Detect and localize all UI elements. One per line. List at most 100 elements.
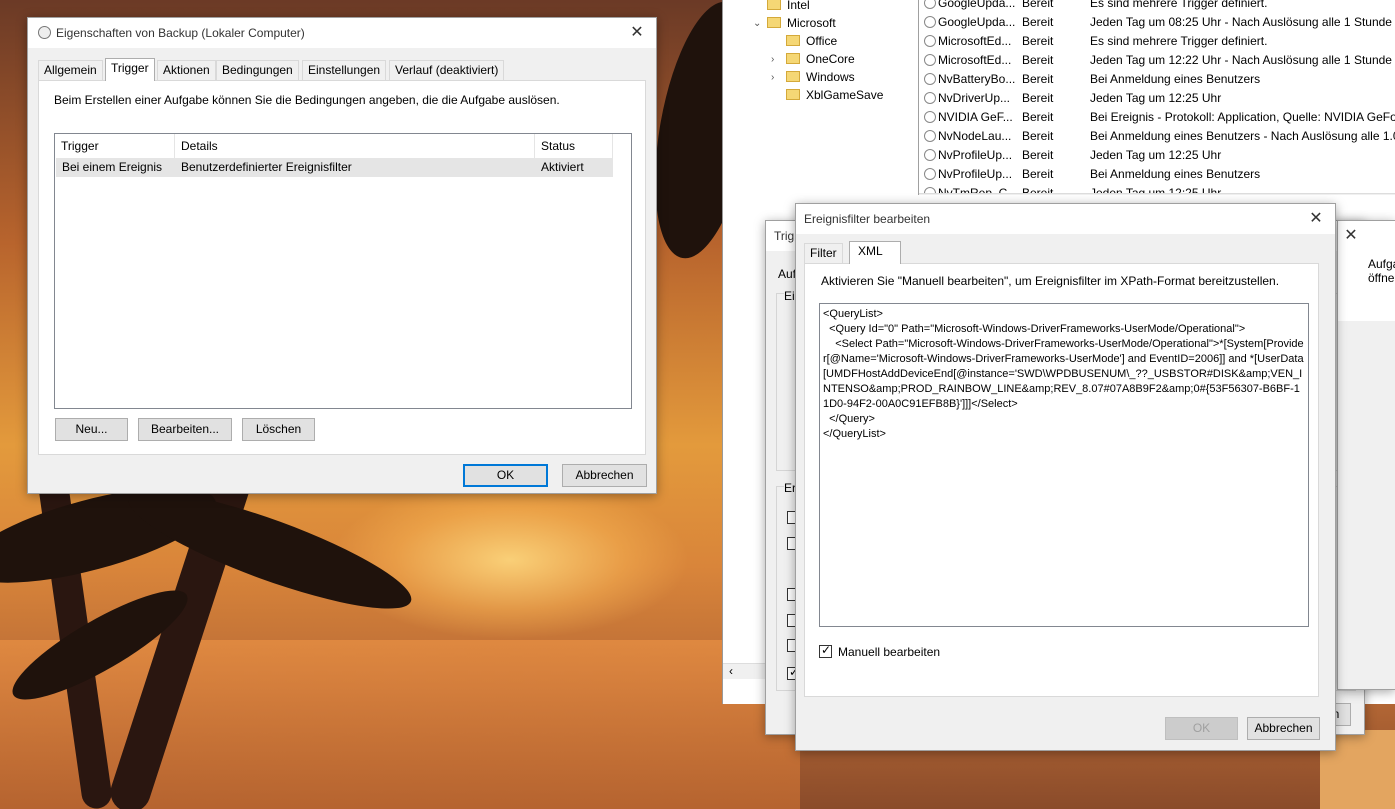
- tree-item-office[interactable]: Office: [786, 32, 837, 50]
- tab-xml[interactable]: XML: [849, 241, 901, 264]
- task-status: Bereit: [1022, 15, 1054, 29]
- tab-filter[interactable]: Filter: [804, 243, 843, 264]
- task-status: Bereit: [1022, 167, 1054, 181]
- tab-panel: Aktivieren Sie "Manuell bearbeiten", um …: [804, 263, 1319, 697]
- titlebar: Ereignisfilter bearbeiten ✕: [796, 204, 1335, 234]
- task-status: Bereit: [1022, 148, 1054, 162]
- clock-icon: [924, 92, 936, 104]
- task-properties-window: Eigenschaften von Backup (Lokaler Comput…: [27, 17, 657, 494]
- tab-einstellungen[interactable]: Einstellungen: [302, 60, 387, 81]
- task-name: NvNodeLau...: [938, 129, 1012, 143]
- tab-bedingungen[interactable]: Bedingungen: [216, 60, 299, 81]
- clock-icon: [924, 35, 936, 47]
- clock-icon: [924, 16, 936, 28]
- tree-item-microsoft[interactable]: Microsoft: [767, 14, 836, 32]
- tree-item-onecore[interactable]: OneCore: [786, 50, 855, 68]
- task-status: Bereit: [1022, 110, 1054, 124]
- new-trigger-button[interactable]: Neu...: [55, 418, 128, 441]
- cancel-button[interactable]: Abbrechen: [562, 464, 647, 487]
- close-icon[interactable]: ✕: [626, 22, 648, 44]
- xml-query-editor[interactable]: <QueryList> <Query Id="0" Path="Microsof…: [819, 303, 1309, 627]
- tab-panel: Beim Erstellen einer Aufgabe können Sie …: [38, 80, 646, 455]
- task-status: Bereit: [1022, 91, 1054, 105]
- task-trigger: Jeden Tag um 12:25 Uhr: [1090, 91, 1222, 105]
- task-row[interactable]: GoogleUpda... Bereit Es sind mehrere Trigg…: [919, 0, 1395, 13]
- window-title: Eigenschaften von Backup (Lokaler Comput…: [56, 26, 305, 40]
- task-row[interactable]: MicrosoftEd... Bereit Jeden Tag um 12:22 U…: [919, 51, 1395, 70]
- wallpaper-sun-glow: [330, 480, 690, 640]
- tab-aktionen[interactable]: Aktionen: [157, 60, 216, 81]
- scroll-left-icon[interactable]: ‹: [729, 664, 733, 678]
- manual-edit-label: Manuell bearbeiten: [838, 645, 941, 659]
- clock-icon: [924, 149, 936, 161]
- task-trigger: Bei Ereignis - Protokoll: Application, Q…: [1090, 110, 1395, 124]
- close-icon[interactable]: ✕: [1340, 225, 1362, 247]
- task-row[interactable]: NvProfileUp... Bereit Jeden Tag um 12:25 U…: [919, 146, 1395, 165]
- column-header-status[interactable]: Status: [535, 134, 613, 158]
- tree-item-windows[interactable]: Windows: [786, 68, 855, 86]
- label-fragment: öffne: [1368, 271, 1395, 285]
- folder-icon: [786, 89, 800, 100]
- task-row[interactable]: NvBatteryBo... Bereit Bei Anmeldung eines …: [919, 70, 1395, 89]
- tab-allgemein[interactable]: Allgemein: [38, 60, 103, 81]
- folder-icon: [767, 17, 781, 28]
- cancel-button[interactable]: Abbrechen: [1247, 717, 1320, 740]
- task-list-horizontal-scrollbar[interactable]: [919, 193, 1395, 195]
- task-row[interactable]: MicrosoftEd... Bereit Es sind mehrere Trig…: [919, 32, 1395, 51]
- window-title: Trig: [774, 229, 795, 243]
- clock-icon: [924, 73, 936, 85]
- clock-icon: [924, 0, 936, 9]
- clock-icon: [924, 168, 936, 180]
- clock-icon: [38, 26, 51, 39]
- ok-button[interactable]: OK: [1165, 717, 1238, 740]
- task-list: GoogleUpda... Bereit Es sind mehrere Trigg…: [918, 0, 1395, 195]
- task-trigger: Bei Anmeldung eines Benutzers: [1090, 72, 1261, 86]
- task-trigger: Es sind mehrere Trigger definiert.: [1090, 34, 1268, 48]
- chevron-right-icon[interactable]: ›: [771, 72, 774, 83]
- task-row[interactable]: NvProfileUp... Bereit Bei Anmeldung eines …: [919, 165, 1395, 184]
- window-title: Ereignisfilter bearbeiten: [804, 212, 931, 226]
- column-header-details[interactable]: Details: [175, 134, 535, 158]
- task-name: MicrosoftEd...: [938, 34, 1012, 48]
- task-row[interactable]: NvNodeLau... Bereit Bei Anmeldung eines Be…: [919, 127, 1395, 146]
- settings-label: Auf: [778, 267, 797, 281]
- task-trigger: Jeden Tag um 12:25 Uhr: [1090, 148, 1222, 162]
- titlebar: Eigenschaften von Backup (Lokaler Comput…: [28, 18, 656, 48]
- panel: Aufga öffne: [1338, 251, 1395, 321]
- task-name: NvProfileUp...: [938, 167, 1013, 181]
- titlebar: ✕: [1338, 221, 1395, 251]
- description-text: Beim Erstellen einer Aufgabe können Sie …: [54, 93, 560, 107]
- delete-trigger-button[interactable]: Löschen: [242, 418, 315, 441]
- edit-trigger-button[interactable]: Bearbeiten...: [138, 418, 232, 441]
- tree-item-intel[interactable]: Intel: [767, 0, 810, 14]
- task-name: MicrosoftEd...: [938, 53, 1012, 67]
- task-trigger: Bei Anmeldung eines Benutzers - Nach Aus…: [1090, 129, 1395, 143]
- folder-icon: [767, 0, 781, 10]
- chevron-right-icon[interactable]: ›: [771, 54, 774, 65]
- description-text: Aktivieren Sie "Manuell bearbeiten", um …: [821, 274, 1280, 288]
- group-label: Ei: [784, 289, 795, 303]
- task-trigger: Bei Anmeldung eines Benutzers: [1090, 167, 1261, 181]
- task-name: NvDriverUp...: [938, 91, 1011, 105]
- label-fragment: Aufga: [1368, 257, 1395, 271]
- chevron-down-icon[interactable]: ⌄: [753, 18, 761, 29]
- details-cell: Benutzerdefinierter Ereignisfilter: [181, 160, 352, 174]
- table-row[interactable]: Bei einem Ereignis Benutzerdefinierter E…: [56, 158, 613, 177]
- task-row[interactable]: NVIDIA GeF... Bereit Bei Ereignis - Protok…: [919, 108, 1395, 127]
- folder-icon: [786, 71, 800, 82]
- task-row[interactable]: NvDriverUp... Bereit Jeden Tag um 12:25 Uh…: [919, 89, 1395, 108]
- task-name: NvProfileUp...: [938, 148, 1013, 162]
- background-window: ✕ Aufga öffne: [1337, 220, 1395, 690]
- tree-item-xblgamesave[interactable]: XblGameSave: [786, 86, 883, 104]
- task-status: Bereit: [1022, 72, 1054, 86]
- clock-icon: [924, 54, 936, 66]
- tab-verlauf[interactable]: Verlauf (deaktiviert): [389, 60, 505, 81]
- task-row[interactable]: GoogleUpda... Bereit Jeden Tag um 08:25 Uh…: [919, 13, 1395, 32]
- close-icon[interactable]: ✕: [1305, 208, 1327, 230]
- ok-button[interactable]: OK: [463, 464, 548, 487]
- event-filter-window: Ereignisfilter bearbeiten ✕ Filter XML A…: [795, 203, 1336, 751]
- tab-trigger[interactable]: Trigger: [105, 58, 155, 81]
- clock-icon: [924, 111, 936, 123]
- manual-edit-checkbox[interactable]: [819, 643, 832, 658]
- column-header-trigger[interactable]: Trigger: [55, 134, 175, 158]
